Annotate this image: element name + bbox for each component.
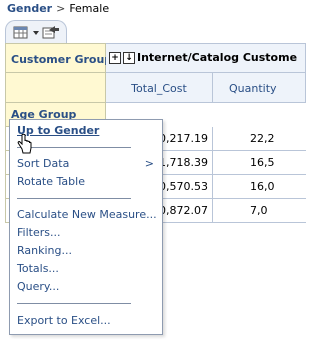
quantity-cell: 22,2 — [213, 127, 306, 151]
breadcrumb-link-gender[interactable]: Gender — [7, 2, 52, 15]
menu-item-ranking[interactable]: Ranking... — [17, 243, 72, 259]
menu-item-rotate-table[interactable]: Rotate Table — [17, 174, 85, 190]
menu-item-label: Sort Data — [17, 157, 70, 170]
table-options-icon[interactable] — [13, 24, 31, 40]
menu-divider — [17, 147, 131, 148]
quantity-cell: 16,5 — [213, 151, 306, 175]
menu-item-calculate-measure[interactable]: Calculate New Measure... — [17, 207, 157, 223]
menu-item-sort-data[interactable]: Sort Data — [17, 156, 155, 172]
menu-item-export-excel[interactable]: Export to Excel... — [17, 313, 111, 329]
quantity-cell: 16,0 — [213, 175, 306, 199]
quantity-header[interactable]: Quantity — [213, 73, 306, 103]
table-toolbar — [5, 20, 67, 43]
submenu-arrow-icon: > — [144, 157, 154, 170]
cube-header: + ↓ Internet/Catalog Custome — [106, 43, 306, 73]
breadcrumb: Gender > Female — [7, 2, 109, 16]
breadcrumb-separator: > — [56, 2, 66, 15]
customer-group-header[interactable]: Customer Group — [5, 43, 112, 73]
arrow-down-box-icon[interactable]: ↓ — [123, 52, 135, 64]
menu-item-query[interactable]: Query... — [17, 279, 59, 295]
chevron-down-icon[interactable] — [33, 31, 39, 35]
total-cost-header[interactable]: Total_Cost — [106, 73, 213, 103]
cube-header-label[interactable]: Internet/Catalog Custome — [137, 51, 297, 64]
menu-divider — [17, 303, 131, 304]
hand-pointer-icon — [17, 133, 33, 154]
plus-box-icon[interactable]: + — [109, 52, 121, 64]
breadcrumb-current: Female — [69, 2, 110, 15]
corner-cell — [5, 73, 106, 103]
export-icon[interactable] — [42, 24, 60, 40]
quantity-cell: 7,0 — [213, 199, 306, 223]
menu-item-totals[interactable]: Totals... — [17, 261, 59, 277]
menu-item-filters[interactable]: Filters... — [17, 225, 60, 241]
menu-divider — [17, 198, 131, 199]
